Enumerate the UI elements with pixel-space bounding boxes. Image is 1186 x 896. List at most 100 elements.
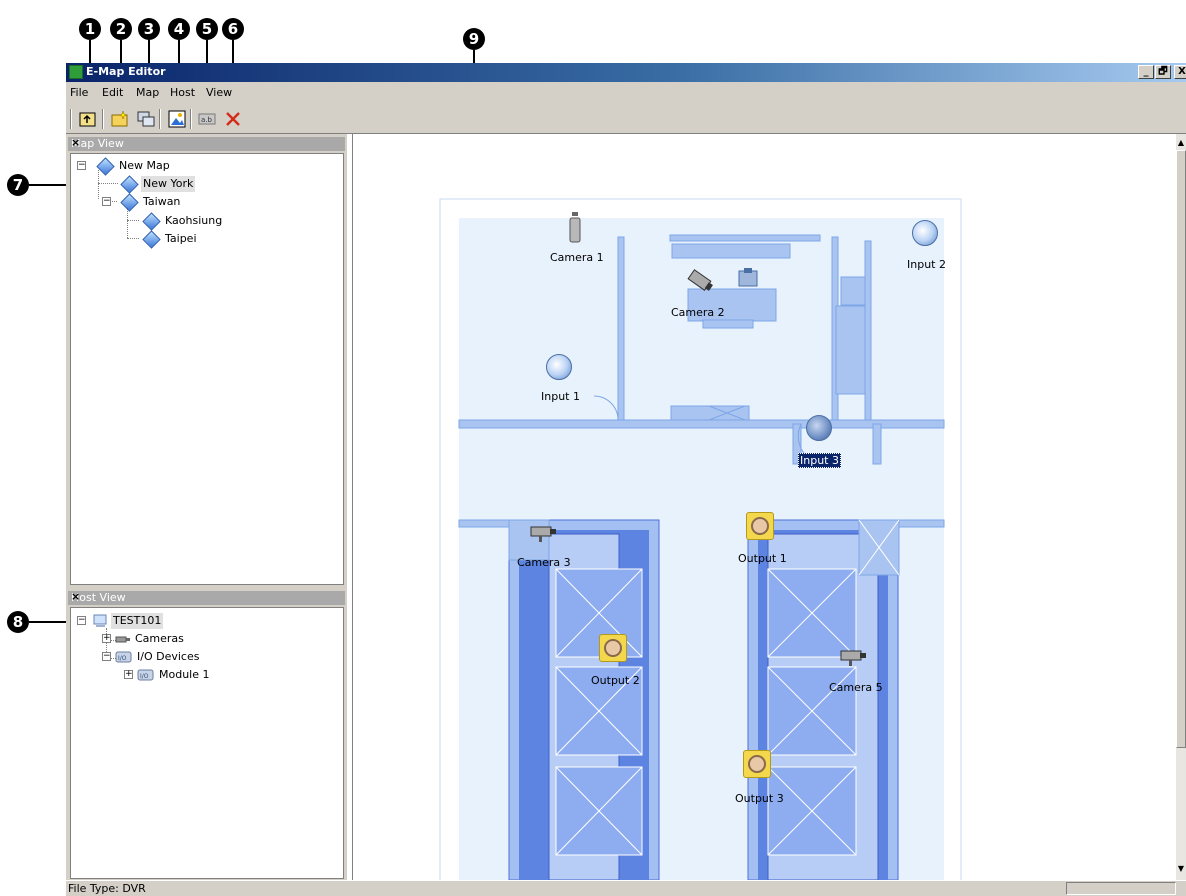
toolbar-grip [70,109,72,129]
tree-connector [98,183,118,184]
host-computer-icon [93,614,109,633]
vertical-scrollbar[interactable]: ▲ ▼ [1176,134,1186,880]
tree-item-label: Taiwan [143,195,181,208]
callout-1: 1 [79,18,101,40]
speaker-icon [748,755,766,773]
map-icon [120,193,139,212]
io-device-icon: I/O [115,651,133,668]
app-icon [69,65,83,79]
callout-9: 9 [463,28,485,50]
io-device-icon: I/O [137,669,155,686]
camera-1-label: Camera 1 [550,251,604,264]
camera-5-icon[interactable] [839,646,869,673]
camera-icon [115,634,131,650]
speaker-icon [751,517,769,535]
output-1-label: Output 1 [738,552,787,565]
callout-8: 8 [7,611,29,633]
tree-item-label: Cameras [135,632,184,645]
tree-item-label: TEST101 [111,613,164,629]
camera-6-icon[interactable] [736,266,760,293]
collapse-icon[interactable]: − [77,616,86,625]
go-up-level-button[interactable] [79,110,97,128]
toolbar-separator [159,109,161,129]
restore-button[interactable]: 🗗 [1155,65,1171,79]
map-view-tree: − New Map New York − Taiwan Kaohsiung Ta… [70,153,344,585]
status-text: File Type: DVR [68,882,146,895]
collapse-icon[interactable]: − [77,161,86,170]
camera-3-label: Camera 3 [517,556,571,569]
up-folder-icon [79,112,96,127]
delete-x-icon [226,112,240,126]
window-title-bar: E-Map Editor _ 🗗 X [66,63,1186,82]
output-2-label: Output 2 [591,674,640,687]
minimize-button[interactable]: _ [1138,65,1154,79]
close-window-button[interactable]: X [1174,65,1186,79]
callout-6: 6 [222,18,244,40]
input-3-icon[interactable] [806,415,832,441]
camera-5-label: Camera 5 [829,681,883,694]
tree-item-label: Kaohsiung [165,214,223,227]
input-1-icon[interactable] [546,354,572,380]
camera-3-icon[interactable] [529,522,559,549]
menu-bar: File Edit Map Host View [66,82,1186,104]
callout-7: 7 [7,174,29,196]
change-map-image-button[interactable] [168,110,186,128]
map-canvas[interactable]: Camera 1 Camera 2 Input 2 Input 1 Input … [352,134,1176,880]
menu-map[interactable]: Map [136,86,159,99]
callout-2: 2 [110,18,132,40]
output-3-icon[interactable] [743,750,771,778]
new-map-button[interactable] [111,110,129,128]
collapse-icon[interactable]: − [102,197,111,206]
output-2-icon[interactable] [599,634,627,662]
host-view-tree: − TEST101 + Cameras − I/O I/O Devices + … [70,607,344,879]
output-1-icon[interactable] [746,512,774,540]
camera-2-icon[interactable] [685,266,715,299]
callout-3: 3 [138,18,160,40]
menu-host[interactable]: Host [170,86,195,99]
input-3-label: Input 3 [798,453,841,468]
map-view-close-button[interactable]: × [71,136,341,149]
scroll-thumb[interactable] [1176,150,1186,748]
camera-2-label: Camera 2 [671,306,725,319]
rename-button[interactable]: a.b [198,110,216,128]
expand-icon[interactable]: + [124,670,133,679]
map-icon [96,157,115,176]
input-2-label: Input 2 [907,258,946,271]
picture-icon [168,110,186,128]
svg-text:a.b: a.b [201,116,213,124]
scroll-up-arrow-icon[interactable]: ▲ [1176,138,1186,148]
add-host-button[interactable] [137,110,155,128]
window-title: E-Map Editor [86,65,166,78]
menu-view[interactable]: View [206,86,232,99]
callout-4: 4 [168,18,190,40]
scroll-down-arrow-icon[interactable]: ▼ [1176,864,1186,874]
toolbar-separator [190,109,192,129]
new-folder-icon [111,110,128,127]
monitor-icon [137,111,155,127]
status-panel [1066,882,1176,895]
map-icon [142,230,161,249]
tree-item-label: New York [141,176,196,192]
host-view-close-button[interactable]: × [71,590,341,603]
svg-text:I/O: I/O [118,655,127,662]
tree-connector [98,170,99,199]
menu-edit[interactable]: Edit [102,86,123,99]
output-3-label: Output 3 [735,792,784,805]
tree-item-label: Taipei [165,232,197,245]
collapse-icon[interactable]: − [102,652,111,661]
map-view-panel-header: Map View × [68,136,345,151]
tree-connector [127,220,139,221]
input-1-label: Input 1 [541,390,580,403]
menu-file[interactable]: File [70,86,88,99]
tree-item-label: I/O Devices [137,650,200,663]
host-view-panel-header: Host View × [68,590,345,605]
tree-item-label: Module 1 [159,668,210,681]
speaker-icon [604,639,622,657]
delete-button[interactable] [224,110,242,128]
status-bar: File Type: DVR [66,880,1186,896]
input-2-icon[interactable] [912,220,938,246]
expand-icon[interactable]: + [102,634,111,643]
map-icon [142,212,161,231]
tree-item-label: New Map [119,159,170,172]
camera-1-icon[interactable] [568,212,582,247]
